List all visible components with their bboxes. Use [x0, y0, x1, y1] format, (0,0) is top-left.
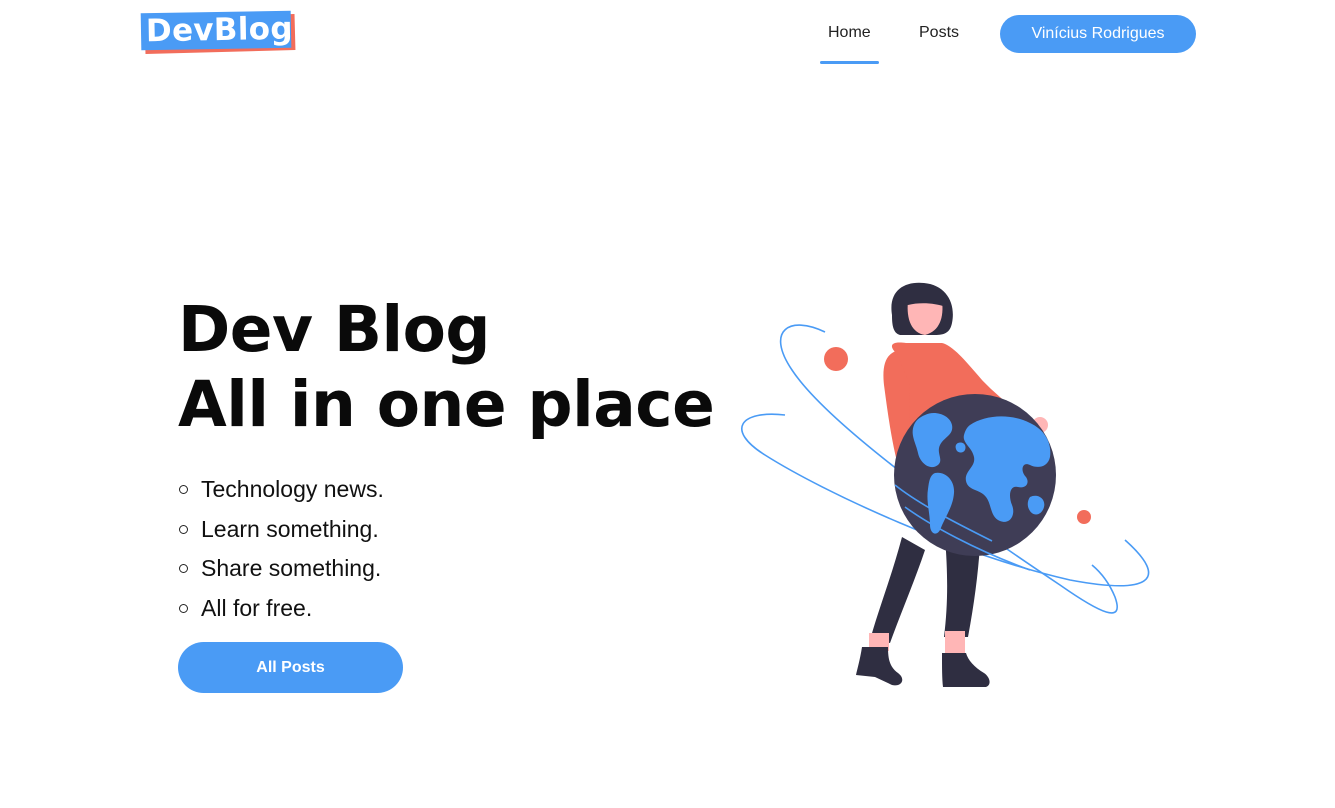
bullet-icon: [179, 603, 188, 613]
bullet-icon: [179, 524, 188, 534]
feature-text: Share something.: [201, 555, 382, 581]
hero-title-line-1: Dev Blog: [178, 293, 491, 366]
hero-title-line-2: All in one place: [178, 368, 715, 441]
feature-text: All for free.: [201, 594, 313, 621]
planet-dot-icon: [824, 347, 848, 371]
left-leg-icon: [870, 537, 925, 643]
woman-holding-globe-illustration: [741, 282, 1150, 687]
nav-active-indicator: [820, 61, 879, 64]
feature-item: All for free.: [178, 589, 384, 629]
logo-text: DevBlog: [145, 10, 294, 50]
feature-text: Learn something.: [201, 515, 379, 542]
hero-title: Dev Blog All in one place: [178, 292, 715, 442]
right-shoe-icon: [942, 653, 990, 687]
user-profile-button[interactable]: Vinícius Rodrigues: [1000, 15, 1196, 53]
feature-text: Technology news.: [201, 476, 384, 502]
devblog-logo[interactable]: DevBlog: [140, 10, 297, 56]
home-page: DevBlog Home Posts Vinícius Rodrigues De…: [0, 0, 1335, 808]
bullet-icon: [179, 485, 188, 494]
nav-home-link[interactable]: Home: [828, 22, 871, 44]
feature-item: Learn something.: [178, 510, 384, 550]
right-ankle-icon: [945, 631, 965, 653]
bullet-icon: [179, 564, 188, 573]
feature-item: Share something.: [178, 549, 384, 589]
feature-list: Technology news. Learn something. Share …: [178, 470, 384, 628]
feature-item: Technology news.: [178, 470, 384, 510]
small-planet-dot-icon: [1077, 510, 1091, 524]
nav-posts-link[interactable]: Posts: [919, 22, 959, 44]
all-posts-button[interactable]: All Posts: [178, 642, 403, 693]
left-shoe-icon: [856, 647, 903, 686]
